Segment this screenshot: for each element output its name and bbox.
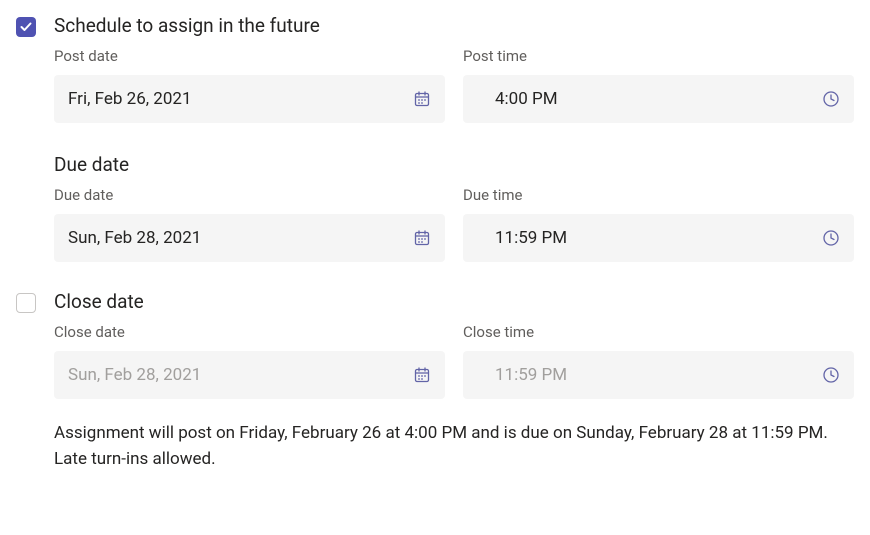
close-time-label: Close time [463,323,854,341]
close-date-value: Sun, Feb 28, 2021 [68,365,201,385]
post-time-field: Post time 4:00 PM [463,47,854,123]
close-checkbox[interactable] [16,293,36,313]
close-section: Close date Close date Sun, Feb 28, 2021 [16,290,854,399]
due-time-label: Due time [463,186,854,204]
checkbox-column [16,14,54,37]
post-date-field: Post date Fri, Feb 26, 2021 [54,47,445,123]
summary-text: Assignment will post on Friday, February… [16,421,854,472]
due-date-value: Sun, Feb 28, 2021 [68,228,201,248]
post-row: Post date Fri, Feb 26, 2021 [54,47,854,123]
post-date-input[interactable]: Fri, Feb 26, 2021 [54,75,445,123]
schedule-content: Schedule to assign in the future Post da… [54,14,854,262]
clock-icon [822,366,840,384]
due-date-input[interactable]: Sun, Feb 28, 2021 [54,214,445,262]
due-row: Due date Sun, Feb 28, 2021 [54,186,854,262]
calendar-icon [413,229,431,247]
schedule-checkbox[interactable] [16,17,36,37]
post-time-input[interactable]: 4:00 PM [463,75,854,123]
close-content: Close date Close date Sun, Feb 28, 2021 [54,290,854,399]
close-row: Close date Sun, Feb 28, 2021 [54,323,854,399]
calendar-icon [413,366,431,384]
due-title: Due date [54,153,854,176]
close-time-input[interactable]: 11:59 PM [463,351,854,399]
due-time-value: 11:59 PM [495,228,567,248]
due-date-label: Due date [54,186,445,204]
due-time-field: Due time 11:59 PM [463,186,854,262]
close-date-label: Close date [54,323,445,341]
post-time-label: Post time [463,47,854,65]
schedule-title: Schedule to assign in the future [54,14,854,37]
post-time-value: 4:00 PM [495,89,558,109]
clock-icon [822,229,840,247]
due-date-field: Due date Sun, Feb 28, 2021 [54,186,445,262]
close-time-field: Close time 11:59 PM [463,323,854,399]
schedule-section: Schedule to assign in the future Post da… [16,14,854,262]
close-date-field: Close date Sun, Feb 28, 2021 [54,323,445,399]
clock-icon [822,90,840,108]
close-title: Close date [54,290,854,313]
due-time-input[interactable]: 11:59 PM [463,214,854,262]
post-date-value: Fri, Feb 26, 2021 [68,89,192,109]
checkmark-icon [19,20,33,34]
calendar-icon [413,90,431,108]
close-date-input[interactable]: Sun, Feb 28, 2021 [54,351,445,399]
post-date-label: Post date [54,47,445,65]
close-time-value: 11:59 PM [495,365,567,385]
checkbox-column [16,290,54,313]
